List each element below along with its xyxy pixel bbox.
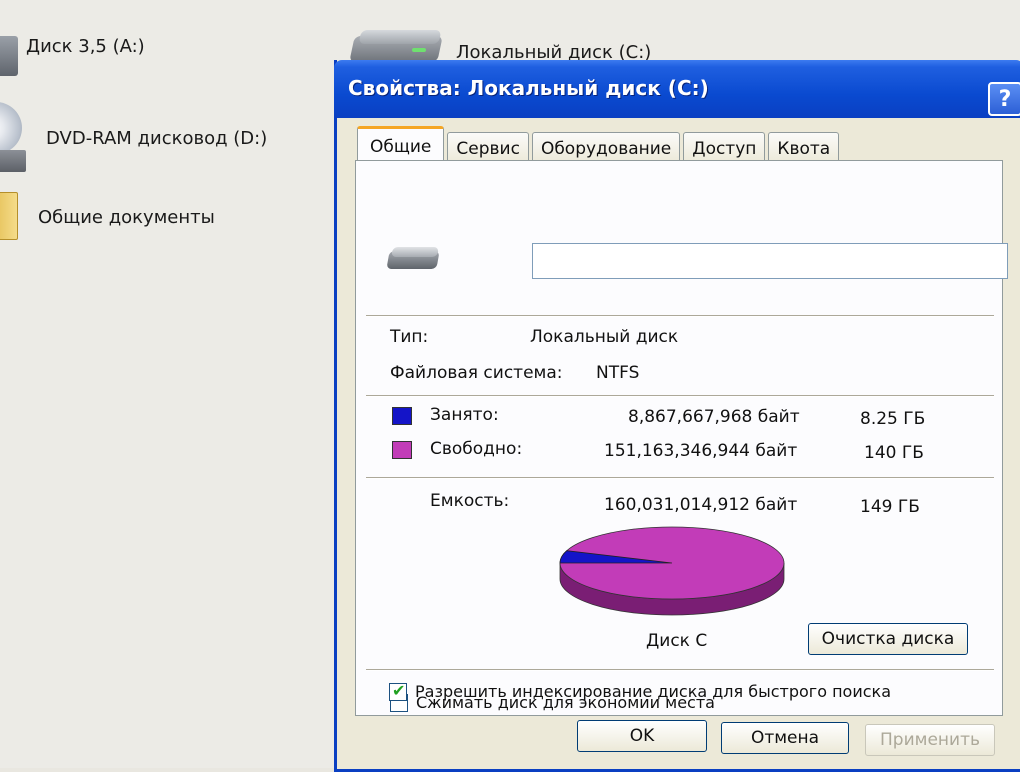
separator [366,669,994,671]
dialog-title: Свойства: Локальный диск (C:) [348,76,709,100]
type-label: Тип: [390,327,429,347]
apply-button[interactable]: Применить [865,724,995,756]
used-gb: 8.25 ГБ [860,409,926,429]
dvd-drive-label: DVD-RAM дисковод (D:) [46,128,268,149]
cancel-button[interactable]: Отмена [721,722,849,754]
general-tab-panel: Тип: Локальный диск Файловая система: NT… [355,160,1008,716]
shared-documents-item[interactable]: Общие документы [38,207,215,228]
drive-icon [386,247,442,271]
tab-tools[interactable]: Сервис [447,132,529,163]
index-checkbox[interactable]: ✔ Разрешить индексирование диска для быс… [389,680,891,701]
used-label: Занято: [430,405,499,425]
disk-cleanup-button[interactable]: Очистка диска [808,623,968,655]
capacity-label: Емкость: [430,491,510,511]
floppy-drive-label: Диск 3,5 (A:) [26,36,145,57]
index-checkbox-label: Разрешить индексирование диска для быстр… [415,682,891,701]
properties-dialog: Свойства: Локальный диск (C:) ? Общие Се… [334,60,1020,772]
ok-button[interactable]: OK [577,720,707,752]
tab-hardware[interactable]: Оборудование [531,132,681,163]
type-value: Локальный диск [530,327,679,347]
free-label: Свободно: [430,439,523,459]
capacity-bytes: 160,031,014,912 байт [604,495,798,515]
dvd-drive-icon[interactable] [0,102,26,176]
used-bytes: 8,867,667,968 байт [628,407,800,427]
filesystem-value: NTFS [596,363,640,383]
disk-name: Диск C [646,631,708,651]
dvd-drive-item[interactable]: DVD-RAM дисковод (D:) [46,128,267,149]
free-gb: 140 ГБ [864,443,924,463]
volume-label-input[interactable] [532,243,1008,279]
folder-icon[interactable] [0,192,18,240]
free-bytes: 151,163,346,944 байт [604,441,798,461]
shared-documents-label: Общие документы [38,207,215,228]
used-space-swatch [392,407,412,425]
free-space-swatch [392,441,412,459]
help-button[interactable]: ? [988,82,1020,116]
floppy-drive-item[interactable]: Диск 3,5 (A:) [26,36,145,57]
separator [366,477,994,479]
tab-quota[interactable]: Квота [768,132,840,163]
capacity-gb: 149 ГБ [860,497,920,517]
separator [366,395,994,397]
dialog-titlebar[interactable]: Свойства: Локальный диск (C:) ? [334,60,1020,118]
hard-drive-icon[interactable] [349,28,444,64]
floppy-drive-icon[interactable] [0,36,18,76]
usage-pie-chart [556,523,788,623]
filesystem-label: Файловая система: [390,363,563,383]
index-checkbox-box[interactable]: ✔ [389,680,407,701]
tab-sharing[interactable]: Доступ [683,132,766,163]
separator [366,315,994,317]
checkmark-icon: ✔ [392,680,406,700]
tab-strip: Общие Сервис Оборудование Доступ Квота [357,124,842,165]
